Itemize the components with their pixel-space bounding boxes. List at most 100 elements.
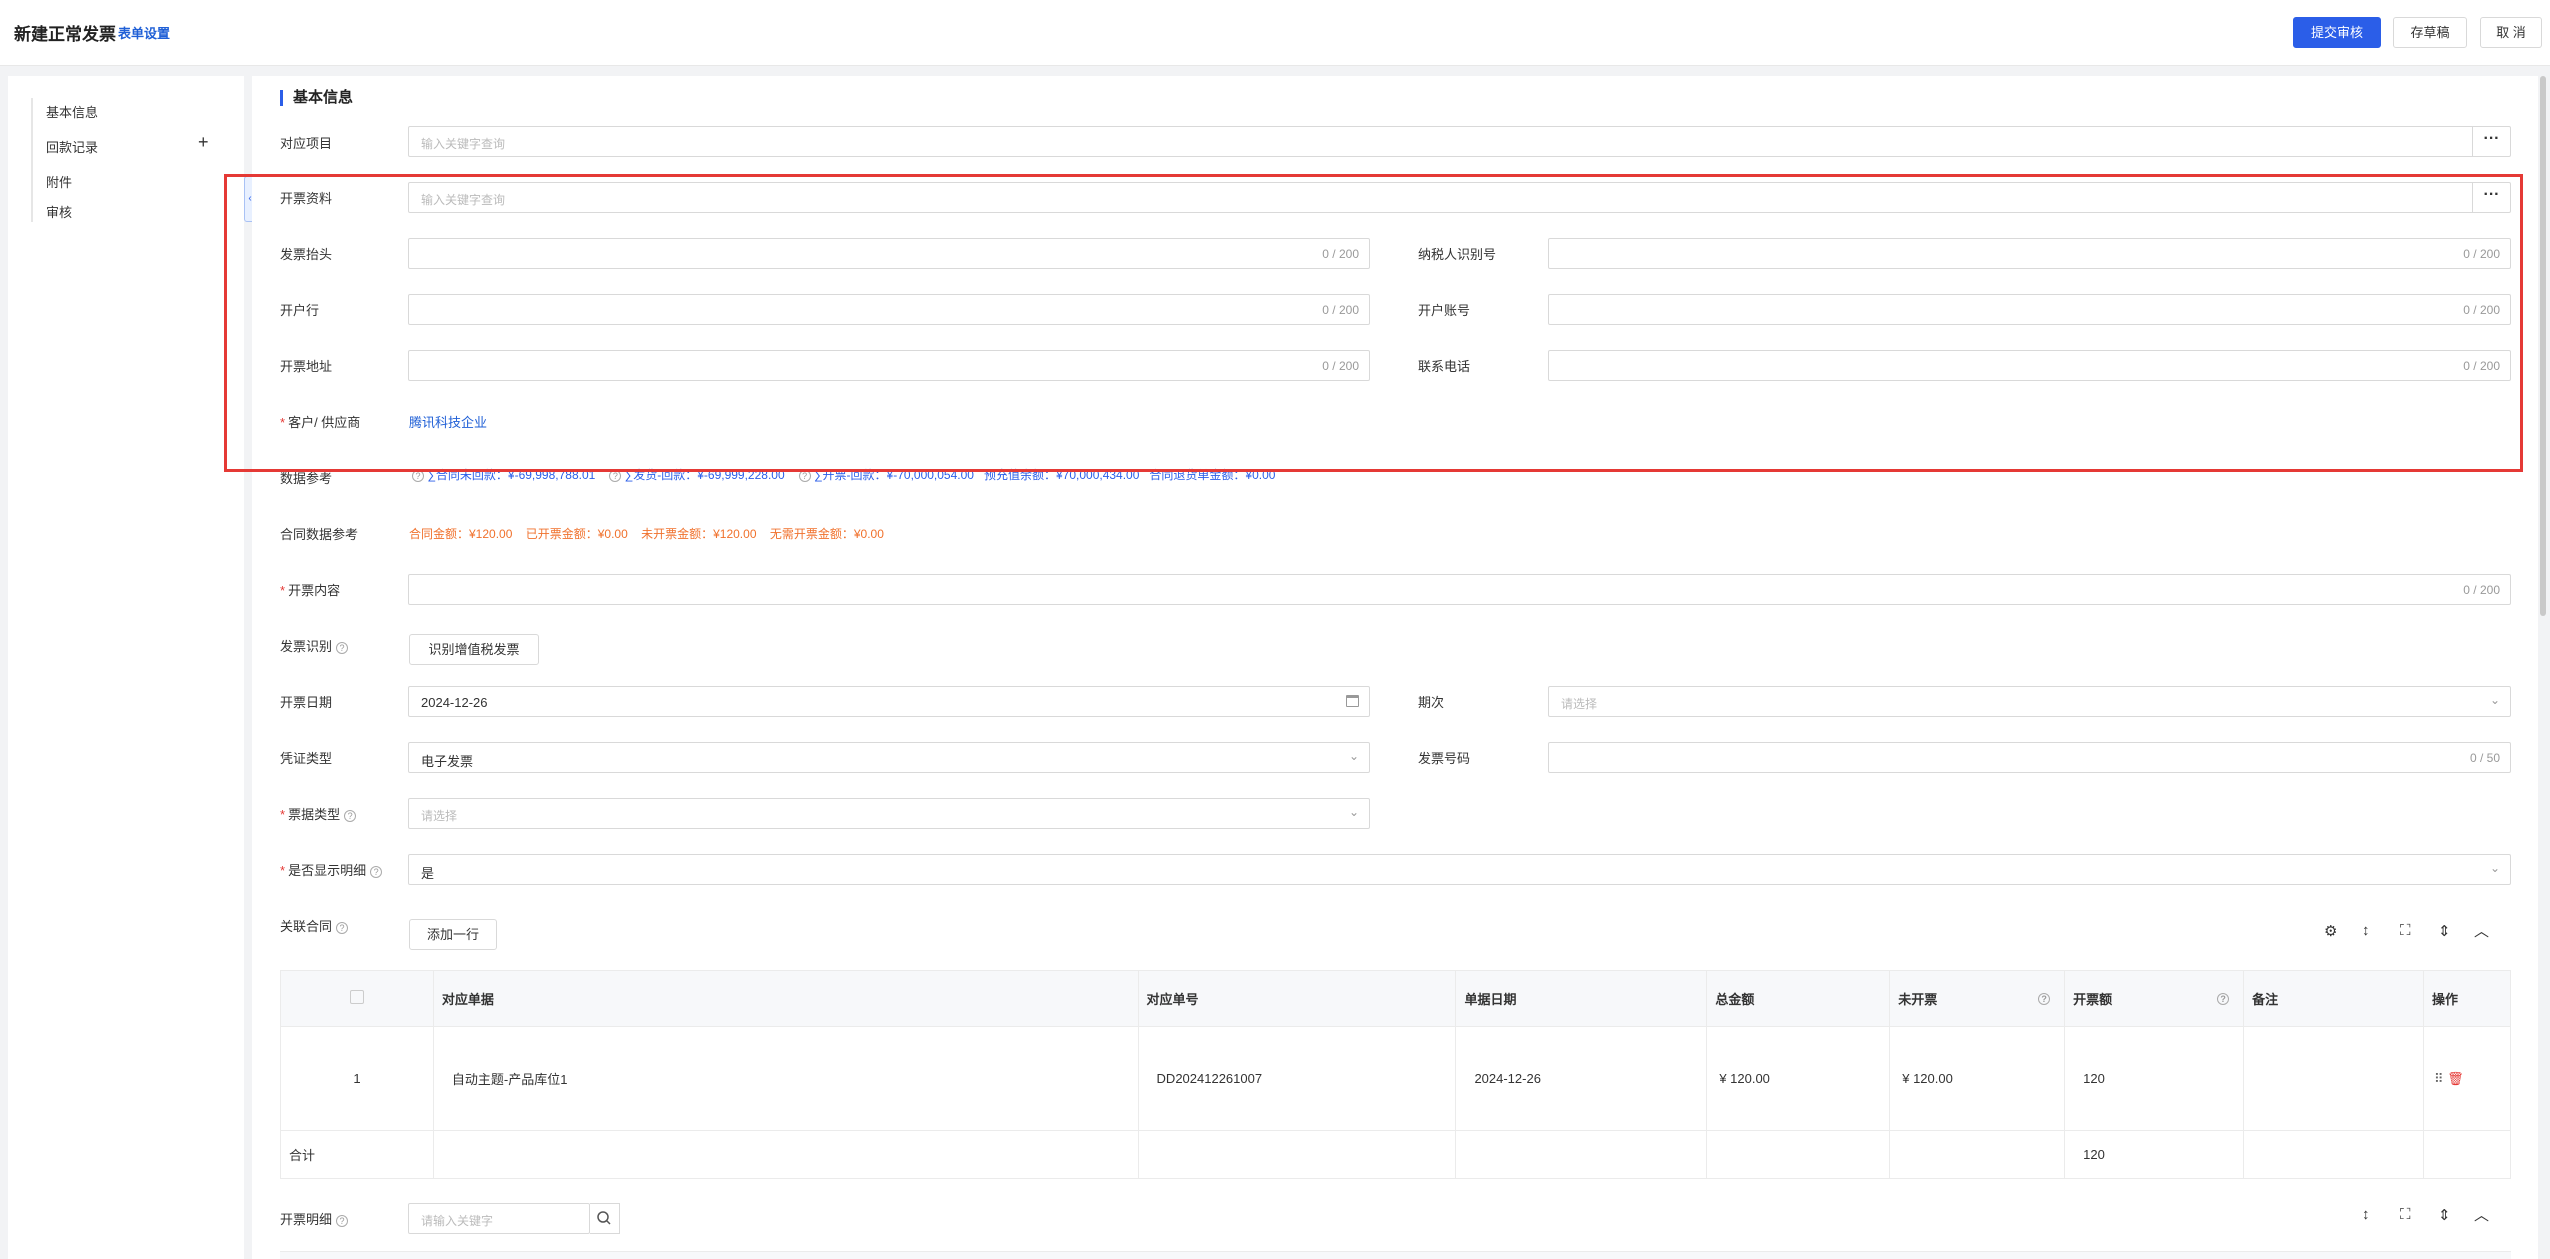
row-actions: ⠿ 🗑 (2422, 1026, 2512, 1131)
col-total: 总金额 (1706, 970, 1891, 1027)
table-row: 1 自动主题-产品库位1 DD202412261007 2024-12-26 ¥… (280, 1026, 2512, 1131)
date-picker[interactable]: 2024-12-26 (408, 686, 1370, 717)
top-bar: 新建正常发票 表单设置 提交审核 存草稿 取 消 (0, 0, 2550, 66)
more-icon[interactable]: ··· (2472, 127, 2510, 156)
date-value: 2024-12-26 (421, 695, 488, 710)
voucher-type-label: 凭证类型 (280, 751, 333, 766)
help-icon: ? (2217, 993, 2230, 1005)
col-date: 单据日期 (1455, 970, 1708, 1027)
col-doc: 对应单据 (432, 970, 1139, 1027)
content-label: * 开票内容 (280, 583, 341, 598)
expand-icon[interactable]: ⇕ (2438, 1206, 2451, 1224)
period-select[interactable]: 请选择 ⌄ (1548, 686, 2511, 717)
project-label: 对应项目 (280, 136, 333, 151)
help-icon: ? (336, 1214, 349, 1227)
add-row-button[interactable]: 添加一行 (409, 919, 497, 950)
contract-ref-values: 合同金额：¥120.00 已开票金额：¥0.00 未开票金额：¥120.00 无… (409, 527, 884, 541)
row-doc: 自动主题-产品库位1 (432, 1026, 1139, 1131)
chevron-down-icon: ⌄ (2489, 693, 2500, 707)
detail-search-placeholder: 请输入关键字 (421, 1214, 494, 1228)
row-total: ¥ 120.00 (1706, 1026, 1891, 1131)
sidebar-item-attachments[interactable]: 附件 (46, 172, 72, 191)
col-no: 对应单号 (1137, 970, 1457, 1027)
help-icon: ? (336, 921, 349, 934)
row-height-icon[interactable]: ↕ (2362, 922, 2370, 939)
row-no-link[interactable]: DD202412261007 (1137, 1026, 1457, 1131)
help-icon: ? (336, 641, 349, 654)
row-index: 1 (280, 1026, 434, 1131)
form-settings-link[interactable]: 表单设置 (118, 23, 170, 42)
invoice-no-input[interactable]: 0 / 50 (1548, 742, 2511, 773)
select-all-cell (280, 970, 434, 1027)
settings-icon[interactable]: ⚙ (2324, 922, 2337, 940)
search-button[interactable] (590, 1203, 620, 1234)
chevron-up-icon[interactable]: ︿ (2474, 1204, 2489, 1225)
help-icon: ? (2038, 993, 2051, 1005)
delete-icon[interactable]: 🗑 (2447, 1071, 2464, 1086)
project-input[interactable]: 输入关键字查询 ··· (408, 126, 2511, 157)
cancel-button[interactable]: 取 消 (2480, 17, 2542, 48)
table-header: 对应单据 对应单号 单据日期 总金额 未开票? 开票额? 备注 操作 (280, 970, 2512, 1027)
recognize-vat-button[interactable]: 识别增值税发票 (409, 634, 539, 665)
period-placeholder: 请选择 (1561, 697, 1598, 711)
detail-search-input[interactable]: 请输入关键字 (408, 1203, 590, 1234)
drag-handle-icon[interactable]: ⠿ (2434, 1071, 2444, 1086)
project-placeholder: 输入关键字查询 (421, 137, 506, 151)
date-label: 开票日期 (280, 695, 333, 710)
char-count: 0 / 50 (2469, 751, 2500, 765)
period-label: 期次 (1418, 695, 1445, 710)
section-title: 基本信息 (280, 90, 353, 106)
select-all-checkbox[interactable] (349, 990, 364, 1004)
total-row: 合计 120 (280, 1130, 2512, 1179)
save-draft-button[interactable]: 存草稿 (2393, 17, 2467, 48)
help-icon: ? (370, 865, 383, 878)
add-payment-record-icon[interactable]: + (198, 132, 209, 153)
submit-review-button[interactable]: 提交审核 (2293, 17, 2381, 48)
sidebar-item-payment-records[interactable]: 回款记录 (46, 137, 98, 156)
col-note: 备注 (2243, 970, 2424, 1027)
sidebar-item-basic-info[interactable]: 基本信息 (46, 102, 98, 121)
recognize-label: 发票识别? (280, 636, 349, 655)
invoice-no-label: 发票号码 (1418, 751, 1471, 766)
show-detail-select[interactable]: 是 ⌄ (408, 854, 2511, 885)
col-amount: 开票额? (2064, 970, 2245, 1027)
page-title: 新建正常发票 (14, 25, 116, 44)
fullscreen-icon[interactable]: ⛶ (2400, 1206, 2411, 1223)
sidebar-item-review[interactable]: 审核 (46, 202, 72, 221)
contract-ref-label: 合同数据参考 (280, 527, 359, 542)
scrollbar[interactable] (2540, 76, 2546, 616)
bill-type-select[interactable]: 请选择 ⌄ (408, 798, 1370, 829)
content-input[interactable]: 0 / 200 (408, 574, 2511, 605)
sidebar-nav: 基本信息 回款记录 + 附件 审核 ‹ (8, 76, 256, 1259)
bill-type-label: * 票据类型? (280, 804, 357, 823)
sidebar-rail (31, 98, 33, 222)
bill-type-placeholder: 请选择 (421, 809, 458, 823)
help-icon: ? (344, 809, 357, 822)
chevron-up-icon[interactable]: ︿ (2474, 920, 2489, 941)
total-label: 合计 (280, 1130, 434, 1179)
detail-label: 开票明细? (280, 1209, 349, 1228)
voucher-type-value: 电子发票 (421, 754, 474, 769)
col-action: 操作 (2422, 970, 2512, 1027)
total-amount: 120 (2064, 1130, 2245, 1179)
row-unbilled: ¥ 120.00 (1889, 1026, 2066, 1131)
search-icon (597, 1211, 611, 1225)
chevron-down-icon: ⌄ (1348, 805, 1359, 819)
chevron-down-icon: ⌄ (2489, 861, 2500, 875)
voucher-type-select[interactable]: 电子发票 ⌄ (408, 742, 1370, 773)
highlight-box (224, 174, 2523, 472)
calendar-icon (1346, 695, 1359, 707)
row-amount[interactable]: 120 (2064, 1026, 2245, 1131)
show-detail-value: 是 (421, 866, 435, 881)
row-note[interactable] (2243, 1026, 2424, 1131)
detail-table-header (280, 1251, 2511, 1259)
fullscreen-icon[interactable]: ⛶ (2400, 922, 2411, 939)
row-date: 2024-12-26 (1455, 1026, 1708, 1131)
related-contract-table: 对应单据 对应单号 单据日期 总金额 未开票? 开票额? 备注 操作 1 自动主… (280, 970, 2512, 1179)
expand-icon[interactable]: ⇕ (2438, 922, 2451, 940)
related-contract-label: 关联合同? (280, 916, 349, 935)
chevron-down-icon: ⌄ (1348, 749, 1359, 763)
show-detail-label: * 是否显示明细? (280, 860, 383, 879)
char-count: 0 / 200 (2463, 583, 2500, 597)
row-height-icon[interactable]: ↕ (2362, 1206, 2370, 1223)
